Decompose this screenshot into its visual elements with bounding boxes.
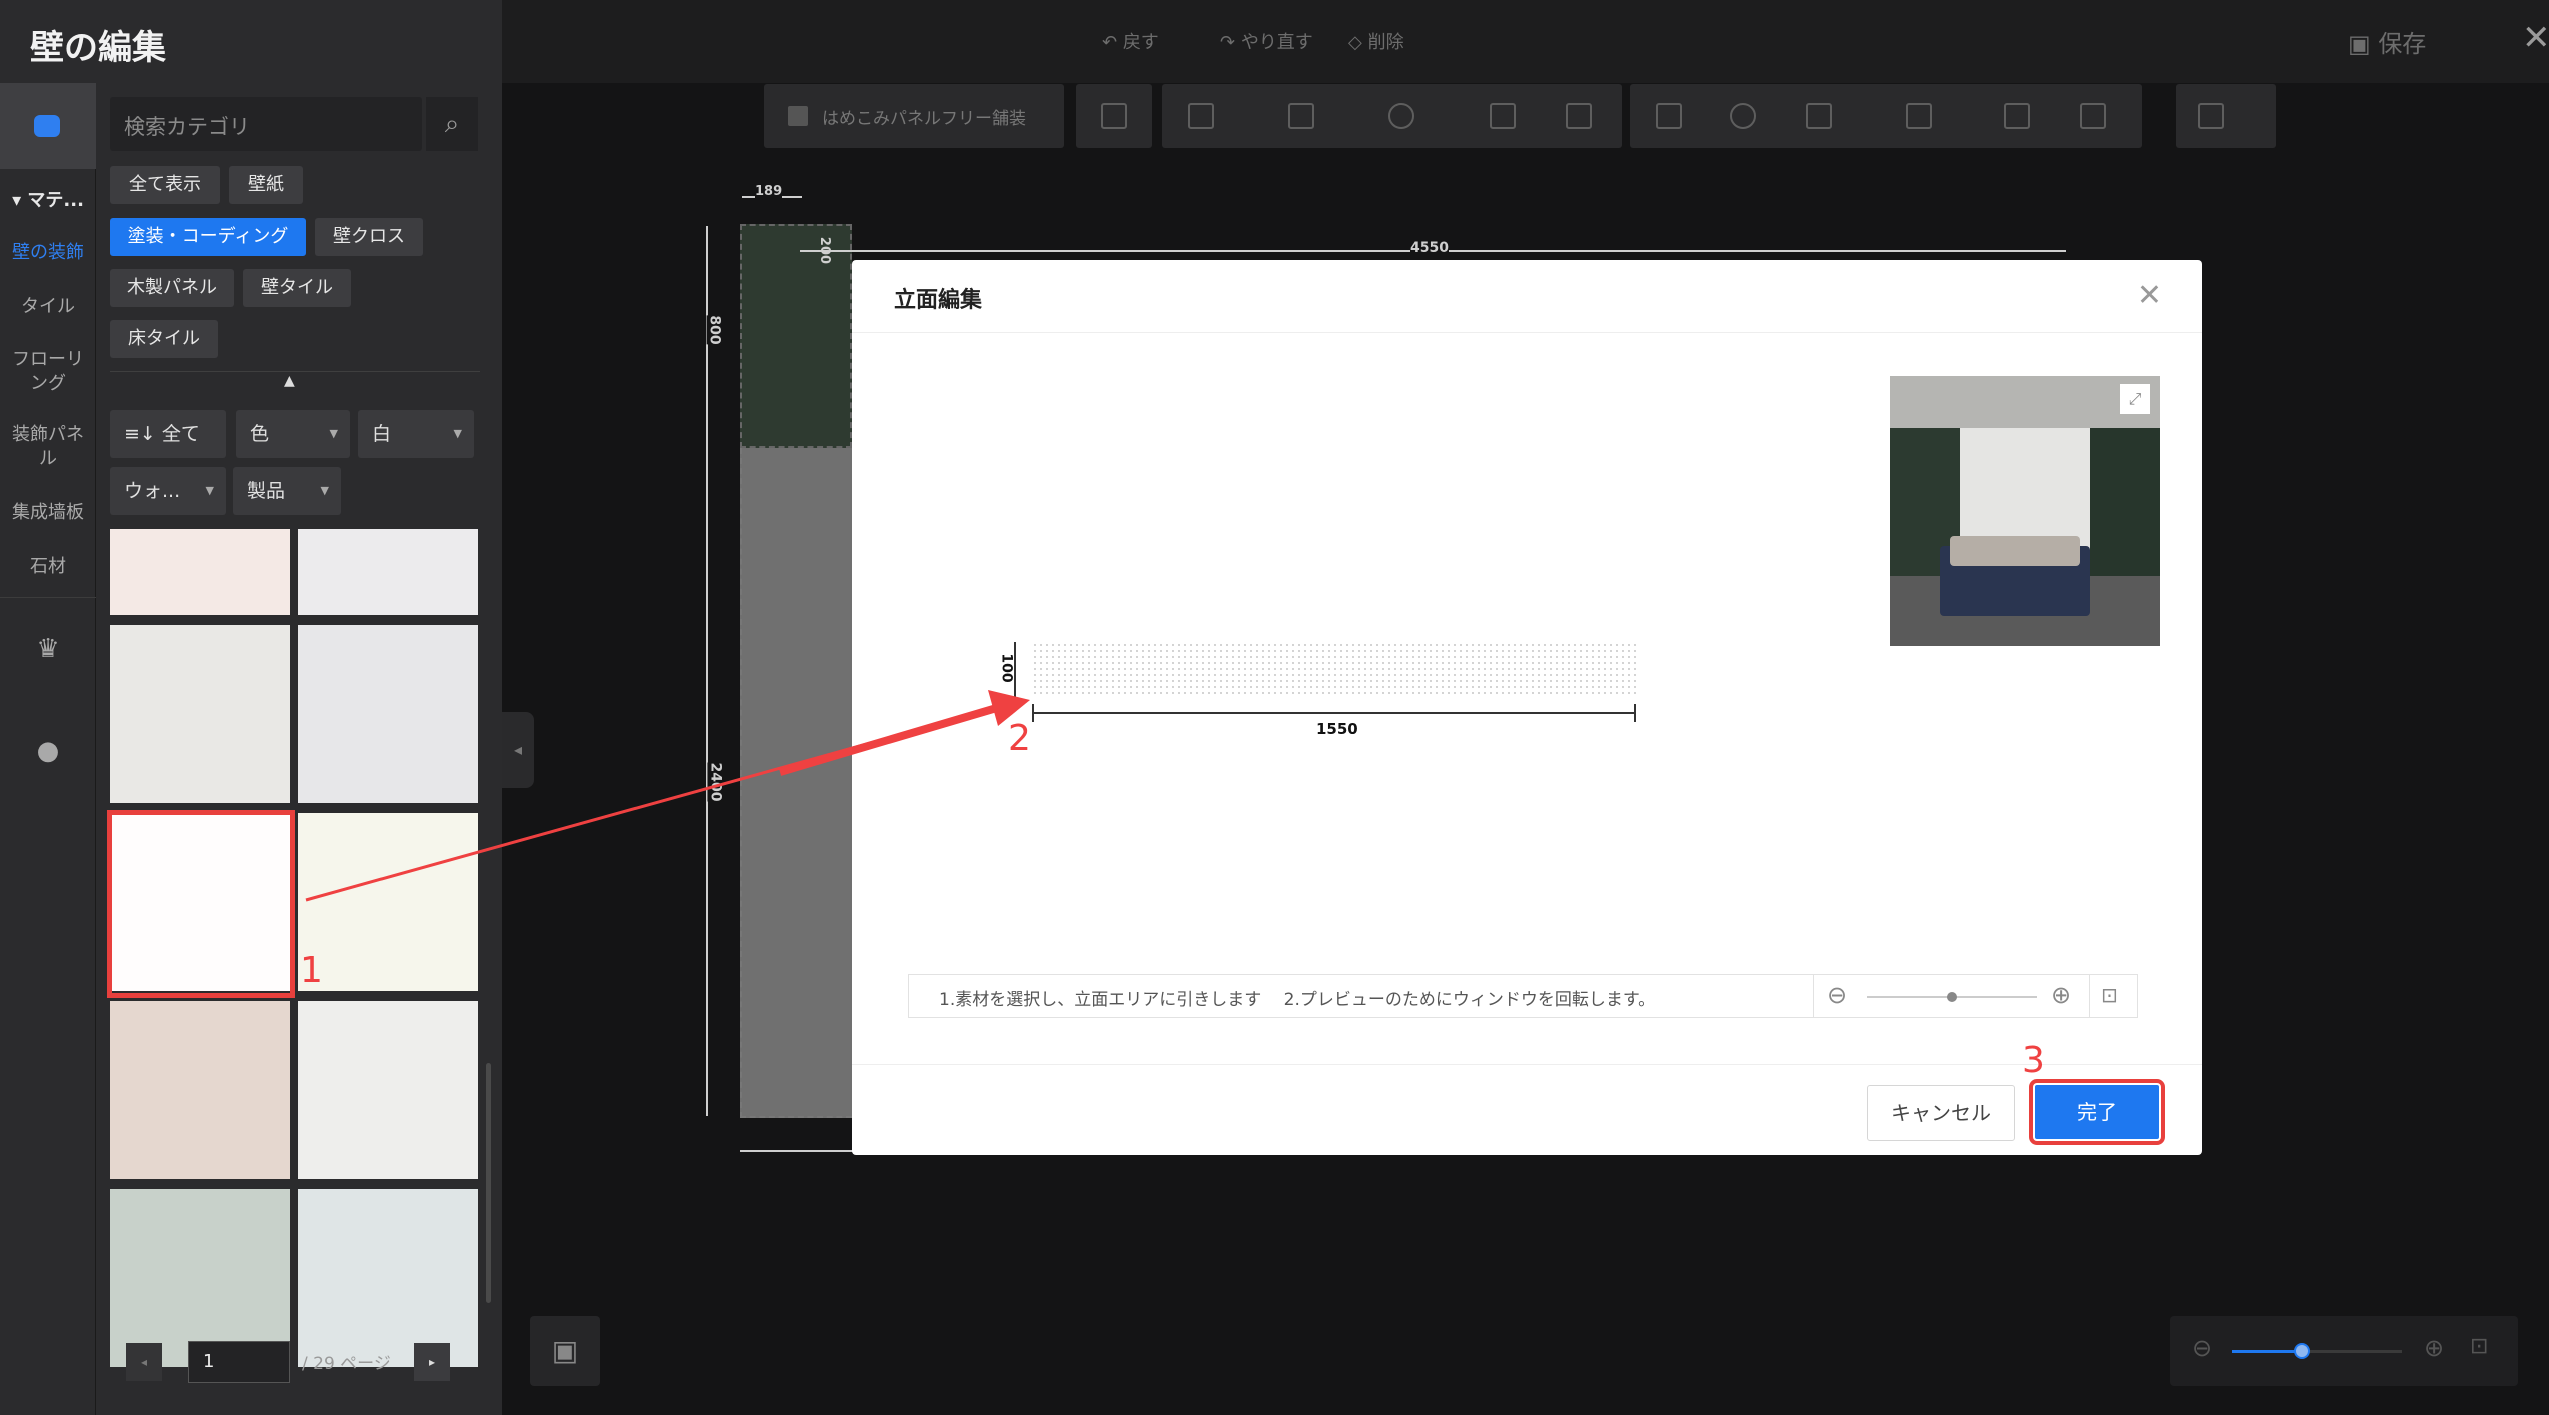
annotation-number-1: 1 (300, 950, 323, 991)
annotation-number-3: 3 (2022, 1040, 2045, 1081)
annotation-arrow (305, 690, 1030, 902)
arrow-thick-segment (778, 703, 1002, 776)
annotation-number-2: 2 (1008, 718, 1031, 759)
